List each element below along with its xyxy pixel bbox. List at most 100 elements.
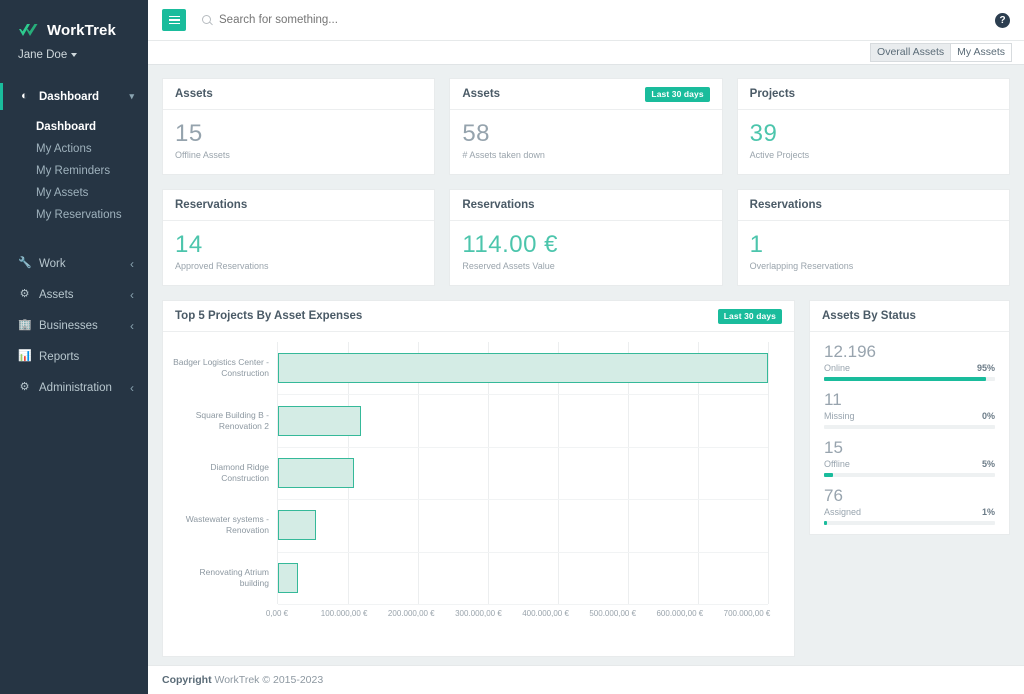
chart-bar[interactable] <box>278 563 298 593</box>
chart-x-tick-label: 100.000,00 € <box>321 609 368 618</box>
stat-row-2: Reservations 14 Approved Reservations Re… <box>162 189 1010 286</box>
chart-bar[interactable] <box>278 510 316 540</box>
chart-bar[interactable] <box>278 458 354 488</box>
sidebar-item-my-reservations[interactable]: My Reservations <box>0 204 148 226</box>
top-projects-chart-card: Top 5 Projects By Asset Expenses Last 30… <box>162 300 795 657</box>
chart-grid <box>277 342 768 604</box>
sidebar-item-reports[interactable]: 📊 Reports <box>0 341 148 372</box>
sidebar-item-label: Assets <box>39 289 122 301</box>
card-title: Projects <box>750 88 795 100</box>
card-overlapping-reservations: Reservations 1 Overlapping Reservations <box>737 189 1010 286</box>
chevron-left-icon[interactable] <box>130 288 134 302</box>
user-name: Jane Doe <box>18 49 67 61</box>
card-title: Assets <box>175 88 213 100</box>
progress-fill <box>824 521 827 525</box>
sidebar-item-label: Businesses <box>39 320 122 332</box>
status-item: 12.196Online95% <box>824 342 995 381</box>
sidebar-item-assets[interactable]: ⚙ Assets <box>0 279 148 310</box>
status-item: 76Assigned1% <box>824 486 995 525</box>
card-body: 1 Overlapping Reservations <box>738 221 1009 285</box>
chart-category-label: Square Building B - Renovation 2 <box>173 394 277 446</box>
footer: Copyright WorkTrek © 2015-2023 <box>148 665 1024 694</box>
assets-icon: ⚙ <box>18 289 31 300</box>
card-title: Reservations <box>175 199 247 211</box>
progress-fill <box>824 377 986 381</box>
chart-bar-row <box>278 394 768 446</box>
progress-track <box>824 425 995 429</box>
chart-y-axis-labels: Badger Logistics Center - ConstructionSq… <box>173 342 277 604</box>
sidebar-nav: ◐ Dashboard Dashboard My Actions My Remi… <box>0 83 148 403</box>
card-offline-assets: Assets 15 Offline Assets <box>162 78 435 175</box>
status-badge: Last 30 days <box>718 309 782 324</box>
sidebar-item-label: Reports <box>39 351 148 363</box>
progress-track <box>824 473 995 477</box>
card-header: Top 5 Projects By Asset Expenses Last 30… <box>163 301 794 332</box>
help-circle-icon[interactable]: ? <box>995 13 1010 28</box>
card-assets-taken-down: Assets Last 30 days 58 # Assets taken do… <box>449 78 722 175</box>
search-input[interactable] <box>219 14 519 26</box>
chevron-down-icon[interactable] <box>129 91 134 102</box>
chevron-left-icon[interactable] <box>130 257 134 271</box>
sidebar-item-work[interactable]: 🔧 Work <box>0 248 148 279</box>
stat-row-1: Assets 15 Offline Assets Assets Last 30 … <box>162 78 1010 175</box>
sidebar-item-dashboard-child[interactable]: Dashboard <box>0 116 148 138</box>
status-name: Missing <box>824 411 855 421</box>
search-area <box>202 14 995 26</box>
status-name: Offline <box>824 459 850 469</box>
status-percent: 95% <box>977 363 995 373</box>
status-item: 11Missing0% <box>824 390 995 429</box>
chart-x-tick-label: 400.000,00 € <box>522 609 569 618</box>
stat-label: Active Projects <box>750 150 997 160</box>
progress-track <box>824 377 995 381</box>
chevron-left-icon[interactable] <box>130 381 134 395</box>
chart-gridline <box>768 342 769 604</box>
double-check-logo-icon <box>18 23 40 39</box>
chart-bar-icon: 📊 <box>18 351 31 362</box>
sidebar-item-businesses[interactable]: 🏢 Businesses <box>0 310 148 341</box>
chart-bar[interactable] <box>278 406 361 436</box>
card-header: Assets <box>163 79 434 110</box>
card-body: 14 Approved Reservations <box>163 221 434 285</box>
stat-value: 15 <box>175 121 422 147</box>
chart-bar-row <box>278 499 768 551</box>
stat-value: 114.00 € <box>462 232 709 258</box>
card-title: Reservations <box>750 199 822 211</box>
card-body: 15 Offline Assets <box>163 110 434 174</box>
sidebar-item-my-assets[interactable]: My Assets <box>0 182 148 204</box>
card-active-projects: Projects 39 Active Projects <box>737 78 1010 175</box>
footer-copyright-label: Copyright <box>162 674 212 686</box>
tab-my-assets[interactable]: My Assets <box>951 43 1012 62</box>
status-item: 15Offline5% <box>824 438 995 477</box>
chart-bar[interactable] <box>278 353 768 383</box>
chevron-left-icon[interactable] <box>130 319 134 333</box>
sidebar-groups: 🔧 Work ⚙ Assets 🏢 Businesses 📊 Reports <box>0 248 148 403</box>
sidebar-item-my-reminders[interactable]: My Reminders <box>0 160 148 182</box>
chart-category-label: Wastewater systems - Renovation <box>173 499 277 551</box>
sidebar-section-dashboard: ◐ Dashboard Dashboard My Actions My Remi… <box>0 83 148 236</box>
chart-category-label: Badger Logistics Center - Construction <box>173 342 277 394</box>
card-body: 114.00 € Reserved Assets Value <box>450 221 721 285</box>
card-header: Assets Last 30 days <box>450 79 721 110</box>
sidebar-item-dashboard[interactable]: ◐ Dashboard <box>0 83 148 110</box>
status-name: Online <box>824 363 850 373</box>
sidebar-item-administration[interactable]: ⚙ Administration <box>0 372 148 403</box>
chart-x-tick-label: 600.000,00 € <box>656 609 703 618</box>
assets-by-status-card: Assets By Status 12.196Online95%11Missin… <box>809 300 1010 535</box>
chart-category-label: Renovating Atrium building <box>173 552 277 604</box>
tab-overall-assets[interactable]: Overall Assets <box>870 43 951 62</box>
sidebar-item-my-actions[interactable]: My Actions <box>0 138 148 160</box>
hamburger-icon[interactable] <box>162 9 186 31</box>
panel-title: Assets By Status <box>822 310 916 322</box>
status-list: 12.196Online95%11Missing0%15Offline5%76A… <box>810 332 1009 548</box>
status-percent: 5% <box>982 459 995 469</box>
stat-label: # Assets taken down <box>462 150 709 160</box>
brand[interactable]: WorkTrek <box>0 0 148 39</box>
chart-bar-row <box>278 552 768 604</box>
user-menu[interactable]: Jane Doe <box>0 39 148 61</box>
chart-x-tick-label: 700.000,00 € <box>724 609 771 618</box>
sidebar-subnav: Dashboard My Actions My Reminders My Ass… <box>0 110 148 236</box>
sidebar: WorkTrek Jane Doe ◐ Dashboard Dashboard … <box>0 0 148 694</box>
sidebar-item-label: Administration <box>39 382 122 394</box>
status-value: 76 <box>824 486 995 506</box>
chart-x-tick-label: 300.000,00 € <box>455 609 502 618</box>
